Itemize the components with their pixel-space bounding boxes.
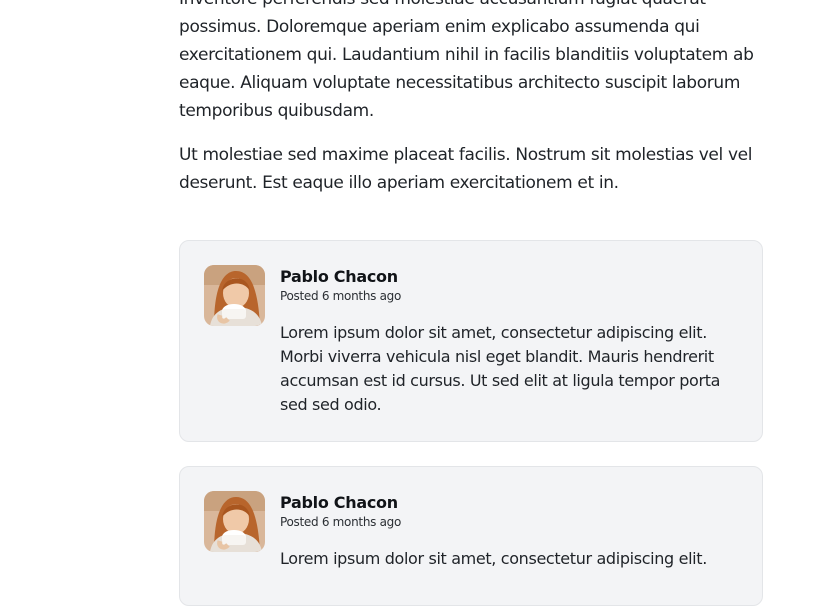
comment-timestamp: Posted 6 months ago [280,515,401,529]
avatar[interactable] [204,491,265,552]
article-paragraph: Inventore perferendis sed molestiae accu… [179,0,754,121]
comment-timestamp: Posted 6 months ago [280,289,401,303]
comment-author[interactable]: Pablo Chacon [280,493,398,512]
article-body: Inventore perferendis sed molestiae accu… [179,0,769,213]
comment-card: Pablo Chacon Posted 6 months ago Lorem i… [179,240,763,442]
comment-body: Lorem ipsum dolor sit amet, consectetur … [280,549,707,568]
comment-card: Pablo Chacon Posted 6 months ago Lorem i… [179,466,763,606]
avatar[interactable] [204,265,265,326]
comment-body: Lorem ipsum dolor sit amet, consectetur … [280,323,721,414]
article-paragraph: Ut molestiae sed maxime placeat facilis.… [179,145,753,193]
comment-author[interactable]: Pablo Chacon [280,267,398,286]
